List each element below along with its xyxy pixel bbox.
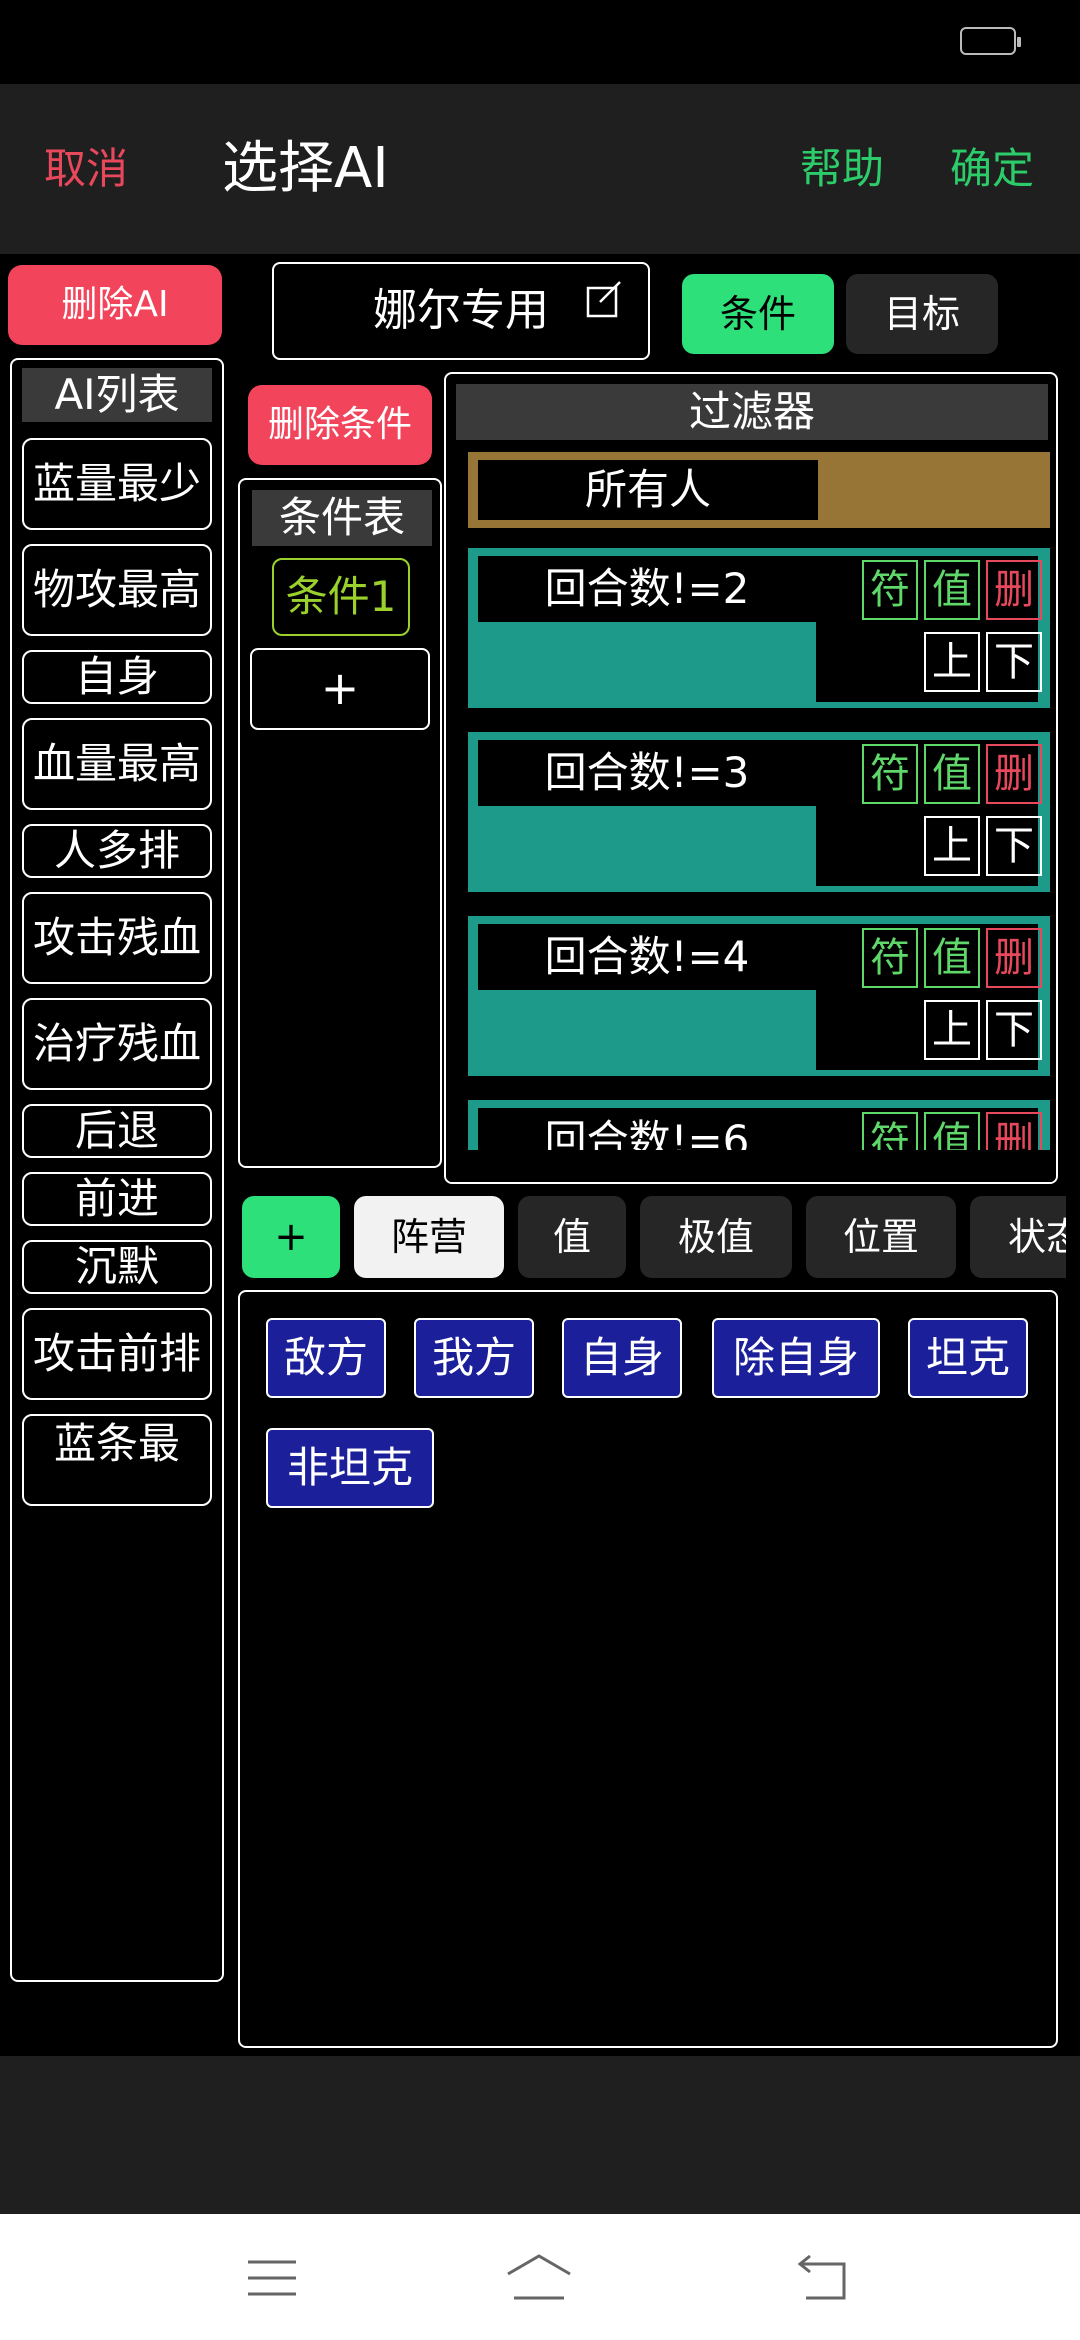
move-down-button[interactable]: 下 xyxy=(986,816,1042,876)
ai-name-field[interactable]: 娜尔专用 xyxy=(272,262,650,360)
ai-list-item[interactable]: 攻击残血 xyxy=(22,892,212,984)
tab-status[interactable]: 状态 xyxy=(970,1196,1066,1278)
filter-row-label: 回合数!=2 xyxy=(544,564,750,613)
tab-condition[interactable]: 条件 xyxy=(682,274,834,354)
tab-target[interactable]: 目标 xyxy=(846,274,998,354)
delete-condition-button[interactable]: 删除条件 xyxy=(248,385,432,465)
header: 取消 选择AI 帮助 确定 xyxy=(0,84,1080,254)
delete-button[interactable]: 删 xyxy=(986,928,1042,988)
delete-button[interactable]: 删 xyxy=(986,560,1042,620)
symbol-button[interactable]: 符 xyxy=(862,560,918,620)
back-icon[interactable] xyxy=(796,2250,852,2306)
edit-icon[interactable] xyxy=(586,280,624,318)
ai-list-item[interactable]: 人多排 xyxy=(22,824,212,878)
condition-item[interactable]: 条件1 xyxy=(272,558,410,636)
battery-icon xyxy=(960,27,1021,55)
condition-table-header: 条件表 xyxy=(252,490,432,546)
filter-row: 回合数!=4 符 值 删 上 下 xyxy=(468,916,1050,1076)
filter-row: 回合数!=2 符 值 删 上 下 xyxy=(468,548,1050,708)
option-non-tank[interactable]: 非坦克 xyxy=(266,1428,434,1508)
ai-list-item[interactable]: 蓝条最 xyxy=(22,1414,212,1506)
filter-panel-clip xyxy=(446,1150,1056,1182)
condition-table-panel: 条件表 条件1 + xyxy=(238,478,442,1168)
menu-icon[interactable] xyxy=(244,2250,300,2306)
options-panel: 敌方 我方 自身 除自身 坦克 非坦克 xyxy=(238,1290,1058,2048)
tab-value[interactable]: 值 xyxy=(518,1196,626,1278)
tab-extreme[interactable]: 极值 xyxy=(640,1196,792,1278)
bottom-spacer xyxy=(0,2056,1080,2214)
attribute-tab-bar: + 阵营 值 极值 位置 状态 xyxy=(0,1190,1066,1286)
confirm-button[interactable]: 确定 xyxy=(950,84,1034,254)
filter-row-label: 回合数!=4 xyxy=(544,932,750,981)
option-except-self[interactable]: 除自身 xyxy=(712,1318,880,1398)
page-title: 选择AI xyxy=(222,136,389,201)
ai-list-header: AI列表 xyxy=(22,368,212,422)
ai-list-item[interactable]: 后退 xyxy=(22,1104,212,1158)
value-button[interactable]: 值 xyxy=(924,560,980,620)
move-down-button[interactable]: 下 xyxy=(986,632,1042,692)
value-button[interactable]: 值 xyxy=(924,928,980,988)
ai-list-item[interactable]: 治疗残血 xyxy=(22,998,212,1090)
add-condition-button[interactable]: + xyxy=(250,648,430,730)
symbol-button[interactable]: 符 xyxy=(862,928,918,988)
ai-list-item[interactable]: 蓝量最少 xyxy=(22,438,212,530)
option-ally[interactable]: 我方 xyxy=(414,1318,534,1398)
filter-all-row[interactable]: 所有人 xyxy=(468,452,1050,528)
symbol-button[interactable]: 符 xyxy=(862,744,918,804)
add-attribute-button[interactable]: + xyxy=(242,1196,340,1278)
move-up-button[interactable]: 上 xyxy=(924,1000,980,1060)
value-button[interactable]: 值 xyxy=(924,744,980,804)
move-down-button[interactable]: 下 xyxy=(986,1000,1042,1060)
filter-row: 回合数!=3 符 值 删 上 下 xyxy=(468,732,1050,892)
ai-list-item[interactable]: 攻击前排 xyxy=(22,1308,212,1400)
filter-all-label: 所有人 xyxy=(478,460,818,520)
home-icon[interactable] xyxy=(504,2250,574,2306)
ai-list-item[interactable]: 物攻最高 xyxy=(22,544,212,636)
ai-list-item[interactable]: 自身 xyxy=(22,650,212,704)
option-enemy[interactable]: 敌方 xyxy=(266,1318,386,1398)
move-up-button[interactable]: 上 xyxy=(924,632,980,692)
cancel-button[interactable]: 取消 xyxy=(44,84,128,254)
move-up-button[interactable]: 上 xyxy=(924,816,980,876)
ai-list-item[interactable]: 血量最高 xyxy=(22,718,212,810)
system-nav-bar xyxy=(0,2214,1080,2340)
filter-panel[interactable]: 过滤器 所有人 回合数!=2 符 值 删 上 下 回合数!=3 符 值 删 上 … xyxy=(444,372,1058,1184)
filter-row-label: 回合数!=3 xyxy=(544,748,750,797)
delete-button[interactable]: 删 xyxy=(986,744,1042,804)
filter-header: 过滤器 xyxy=(456,384,1048,440)
option-self[interactable]: 自身 xyxy=(562,1318,682,1398)
status-bar xyxy=(0,0,1080,84)
ai-list-panel[interactable]: AI列表 蓝量最少 物攻最高 自身 血量最高 人多排 攻击残血 治疗残血 后退 … xyxy=(10,358,224,1982)
help-button[interactable]: 帮助 xyxy=(800,84,884,254)
delete-ai-button[interactable]: 删除AI xyxy=(8,265,222,345)
option-tank[interactable]: 坦克 xyxy=(908,1318,1028,1398)
tab-position[interactable]: 位置 xyxy=(806,1196,956,1278)
tab-camp[interactable]: 阵营 xyxy=(354,1196,504,1278)
